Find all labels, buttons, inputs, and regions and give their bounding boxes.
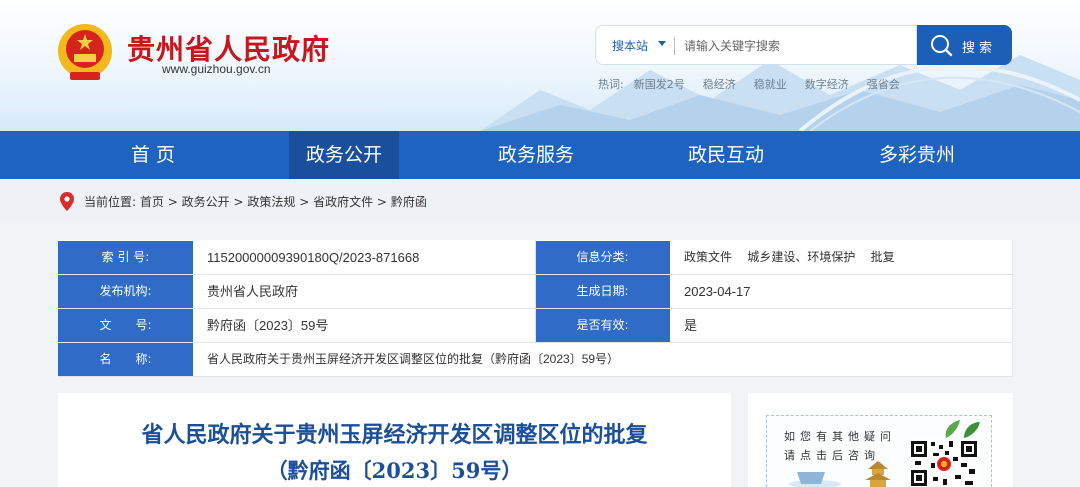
- docno-value: 黔府函〔2023〕59号: [207, 318, 329, 333]
- location-pin-icon: [60, 192, 74, 211]
- divider: [674, 37, 675, 55]
- date-value: 2023-04-17: [684, 284, 751, 299]
- document-info-table: 索 引 号: 11520000009390180Q/2023-871668 信息…: [58, 240, 1013, 377]
- divider: [1012, 240, 1013, 377]
- search-button-label: 搜索: [962, 41, 997, 56]
- tea-leaves-icon: [945, 420, 980, 438]
- chevron-down-icon[interactable]: [658, 41, 666, 46]
- hot-word-link[interactable]: 新国发2号: [634, 76, 685, 92]
- breadcrumb-link[interactable]: 省政府文件: [313, 195, 373, 209]
- hot-word-link[interactable]: 稳就业: [754, 76, 787, 92]
- breadcrumb-trail: 当前位置: 首页 > 政务公开 > 政策法规 > 省政府文件 > 黔府函: [84, 193, 427, 210]
- breadcrumb-separator: >: [299, 195, 310, 209]
- breadcrumb-link[interactable]: 政策法规: [247, 195, 295, 209]
- search-icon: [931, 35, 953, 57]
- hot-word-link[interactable]: 稳经济: [703, 76, 736, 92]
- divider: [535, 240, 536, 342]
- breadcrumb-separator: >: [376, 195, 387, 209]
- hot-word-link[interactable]: 强省会: [867, 76, 900, 92]
- category-value: 政策文件 城乡建设、环境保护 批复: [684, 250, 895, 264]
- nav-item-government-affairs[interactable]: 政务公开: [289, 131, 399, 179]
- breadcrumb-separator: >: [233, 195, 244, 209]
- sidebar-consult-panel: 如您有其他疑问 请点击后咨询: [748, 393, 1013, 487]
- hot-words-label: 热词:: [598, 78, 624, 91]
- site-header: 贵州省人民政府 www.guizhou.gov.cn 搜本站 搜索 热词: 新国…: [0, 0, 1080, 131]
- breadcrumb-link[interactable]: 政务公开: [182, 195, 230, 209]
- nav-item-guizhou[interactable]: 多彩贵州: [862, 131, 972, 179]
- nav-item-interaction[interactable]: 政民互动: [671, 131, 781, 179]
- teacup-icon: [789, 472, 841, 487]
- pagoda-icon: [865, 461, 891, 487]
- search-button[interactable]: 搜索: [917, 25, 1012, 65]
- name-value: 省人民政府关于贵州玉屏经济开发区调整区位的批复（黔府函〔2023〕59号）: [207, 352, 620, 366]
- divider: [58, 376, 1013, 377]
- date-label: 生成日期:: [535, 275, 670, 308]
- valid-value: 是: [684, 318, 698, 333]
- main-nav: 首 页 政务公开 政务服务 政民互动 多彩贵州: [0, 131, 1080, 179]
- breadcrumb-separator: >: [167, 195, 178, 209]
- article-title: 省人民政府关于贵州玉屏经济开发区调整区位的批复: [141, 422, 648, 448]
- consult-text-line1: 如您有其他疑问: [784, 430, 896, 443]
- article-doc-number: （黔府函〔2023〕59号）: [266, 458, 523, 483]
- breadcrumb-link[interactable]: 首页: [140, 195, 164, 209]
- search-input[interactable]: [684, 34, 904, 58]
- article-panel: 省人民政府关于贵州玉屏经济开发区调整区位的批复 （黔府函〔2023〕59号）: [58, 393, 731, 487]
- docno-label: 文 号:: [58, 309, 193, 342]
- breadcrumb-prefix: 当前位置:: [84, 195, 137, 209]
- category-label: 信息分类:: [535, 241, 670, 274]
- breadcrumb: 当前位置: 首页 > 政务公开 > 政策法规 > 省政府文件 > 黔府函: [0, 179, 1080, 223]
- site-url: www.guizhou.gov.cn: [162, 62, 271, 76]
- nav-item-home[interactable]: 首 页: [98, 131, 208, 179]
- nav-item-services[interactable]: 政务服务: [481, 131, 591, 179]
- hot-word-link[interactable]: 数字经济: [805, 76, 849, 92]
- index-value: 11520000009390180Q/2023-871668: [207, 250, 420, 265]
- hot-words: 热词: 新国发2号 稳经济 稳就业 数字经济 强省会: [598, 76, 918, 92]
- divider: [58, 342, 1013, 343]
- qr-code-image[interactable]: [909, 439, 979, 487]
- name-label: 名 称:: [58, 343, 193, 376]
- org-label: 发布机构:: [58, 275, 193, 308]
- index-label: 索 引 号:: [58, 241, 193, 274]
- consult-card[interactable]: 如您有其他疑问 请点击后咨询: [766, 415, 992, 487]
- org-value: 贵州省人民政府: [207, 284, 299, 299]
- search-box: 搜本站: [595, 25, 917, 65]
- breadcrumb-link[interactable]: 黔府函: [391, 195, 427, 209]
- national-emblem-logo: [58, 24, 112, 80]
- valid-label: 是否有效:: [535, 309, 670, 342]
- search-scope-select[interactable]: 搜本站: [612, 37, 648, 54]
